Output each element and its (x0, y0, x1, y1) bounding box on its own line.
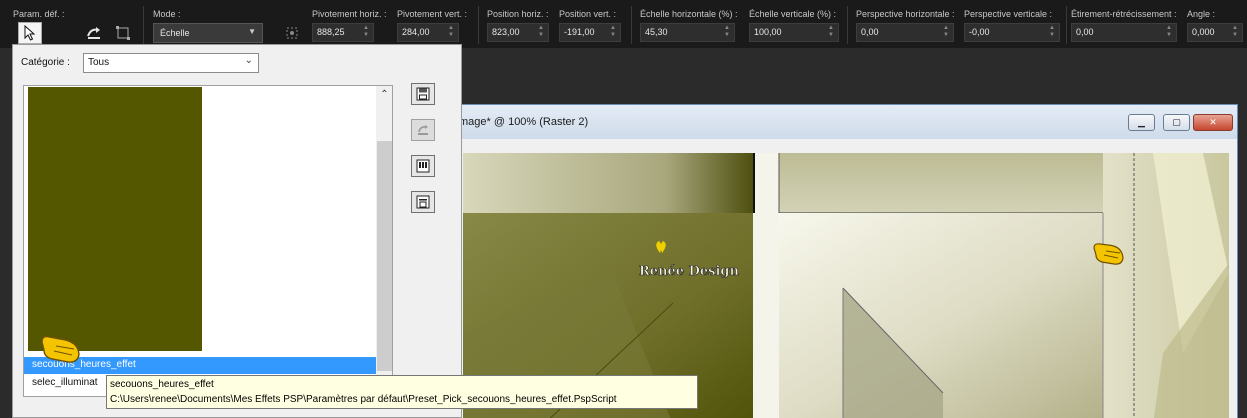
category-value: Tous (88, 57, 110, 68)
image-window-title: mage* @ 100% (Raster 2) (459, 116, 589, 128)
scale-tool-icon (116, 26, 130, 40)
angle-label: Angle : (1187, 9, 1216, 19)
perspective-horiz-input[interactable]: 0,00 ▲ ▼ (856, 23, 954, 42)
pointer-tool-icon (24, 25, 36, 41)
list-scrollbar[interactable]: ⌃ (376, 86, 392, 396)
watermark-text: Renée Design (639, 264, 739, 279)
scale-horiz-input[interactable]: 45,30 ▲ ▼ (640, 23, 735, 42)
chevron-down-icon: ▼ (248, 27, 256, 36)
minimize-button[interactable]: ▁ (1128, 114, 1155, 131)
spin-arrows-icon[interactable]: ▲ ▼ (362, 25, 370, 40)
scale-tool-button[interactable] (111, 22, 135, 44)
preset-label: Param. déf. : (13, 9, 65, 19)
maximize-button[interactable]: ▢ (1163, 114, 1190, 131)
pivot-horiz-input[interactable]: 888,25 ▲ ▼ (312, 23, 374, 42)
pivot-vert-label: Pivotement vert. : (397, 9, 468, 19)
spin-arrows-icon[interactable]: ▲ ▼ (827, 25, 835, 40)
pivot-vert-input[interactable]: 284,00 ▲ ▼ (397, 23, 459, 42)
image-window-titlebar[interactable]: mage* @ 100% (Raster 2) ▁ ▢ ✕ (431, 105, 1237, 139)
pick-tool-button[interactable] (82, 22, 106, 44)
spin-arrows-icon[interactable]: ▲ ▼ (723, 25, 731, 40)
angle-input[interactable]: 0,000 ▲ ▼ (1187, 23, 1243, 42)
perspective-vert-input[interactable]: -0,00 ▲ ▼ (964, 23, 1060, 42)
reset-preset-icon (418, 125, 428, 135)
close-icon: ✕ (1209, 117, 1217, 128)
tooltip-path: C:\Users\renee\Documents\Mes Effets PSP\… (110, 394, 617, 405)
screen: Param. déf. : Mode : Échelle ▼ Pivotemen… (0, 0, 1247, 418)
pick-tool-icon (87, 27, 100, 39)
pivot-button[interactable] (280, 22, 304, 44)
position-horiz-input[interactable]: 823,00 ▲ ▼ (487, 23, 549, 42)
load-preset-button[interactable] (411, 155, 435, 177)
scale-vert-input[interactable]: 100,00 ▲ ▼ (749, 23, 839, 42)
perspective-horiz-label: Perspective horizontale : (856, 9, 955, 19)
hand-pointer-icon (41, 335, 80, 363)
mode-label: Mode : (153, 9, 181, 19)
preset-thumbnail[interactable] (28, 87, 202, 351)
mode-value: Échelle (160, 28, 190, 38)
perspective-vert-label: Perspective verticale : (964, 9, 1053, 19)
position-horiz-label: Position horiz. : (487, 9, 549, 19)
tool-options-toolbar: Param. déf. : Mode : Échelle ▼ Pivotemen… (0, 0, 1247, 48)
spin-arrows-icon[interactable]: ▲ ▼ (447, 25, 455, 40)
position-vert-label: Position vert. : (559, 9, 617, 19)
pivot-horiz-label: Pivotement horiz. : (312, 9, 387, 19)
mode-select[interactable]: Échelle ▼ (153, 23, 263, 43)
category-select[interactable]: Tous ⌄ (83, 53, 259, 73)
spin-arrows-icon[interactable]: ▲ ▼ (942, 25, 950, 40)
save-preset-icon (416, 87, 430, 101)
chevron-up-icon: ⌃ (380, 89, 389, 100)
stretch-label: Étirement-rétrécissement : (1071, 9, 1177, 19)
tooltip-title: secouons_heures_effet (110, 379, 214, 390)
spin-arrows-icon[interactable]: ▲ ▼ (1165, 25, 1173, 40)
scroll-up-button[interactable]: ⌃ (376, 86, 392, 103)
chevron-down-icon: ⌄ (244, 55, 253, 66)
delete-preset-icon (416, 195, 430, 209)
pointer-tool-button[interactable] (18, 22, 42, 44)
spin-arrows-icon[interactable]: ▲ ▼ (609, 25, 617, 40)
load-preset-icon (416, 159, 430, 173)
spin-arrows-icon[interactable]: ▲ ▼ (537, 25, 545, 40)
scale-vert-label: Échelle verticale (%) : (749, 9, 837, 19)
stretch-input[interactable]: 0,00 ▲ ▼ (1071, 23, 1177, 42)
minimize-icon: ▁ (1138, 117, 1145, 128)
scale-horiz-label: Échelle horizontale (%) : (640, 9, 738, 19)
preset-tooltip: secouons_heures_effet C:\Users\renee\Doc… (106, 375, 698, 409)
save-preset-button[interactable] (411, 83, 435, 105)
maximize-icon: ▢ (1172, 117, 1181, 128)
spin-arrows-icon[interactable]: ▲ ▼ (1231, 25, 1239, 40)
category-label: Catégorie : (21, 57, 70, 68)
spin-arrows-icon[interactable]: ▲ ▼ (1048, 25, 1056, 40)
reset-preset-button[interactable] (411, 119, 435, 141)
close-button[interactable]: ✕ (1193, 114, 1233, 131)
delete-preset-button[interactable] (411, 191, 435, 213)
position-vert-input[interactable]: -191,00 ▲ ▼ (559, 23, 621, 42)
scrollbar-thumb[interactable] (377, 141, 392, 371)
hand-pointer-icon (1093, 243, 1124, 265)
pivot-icon (286, 27, 298, 39)
